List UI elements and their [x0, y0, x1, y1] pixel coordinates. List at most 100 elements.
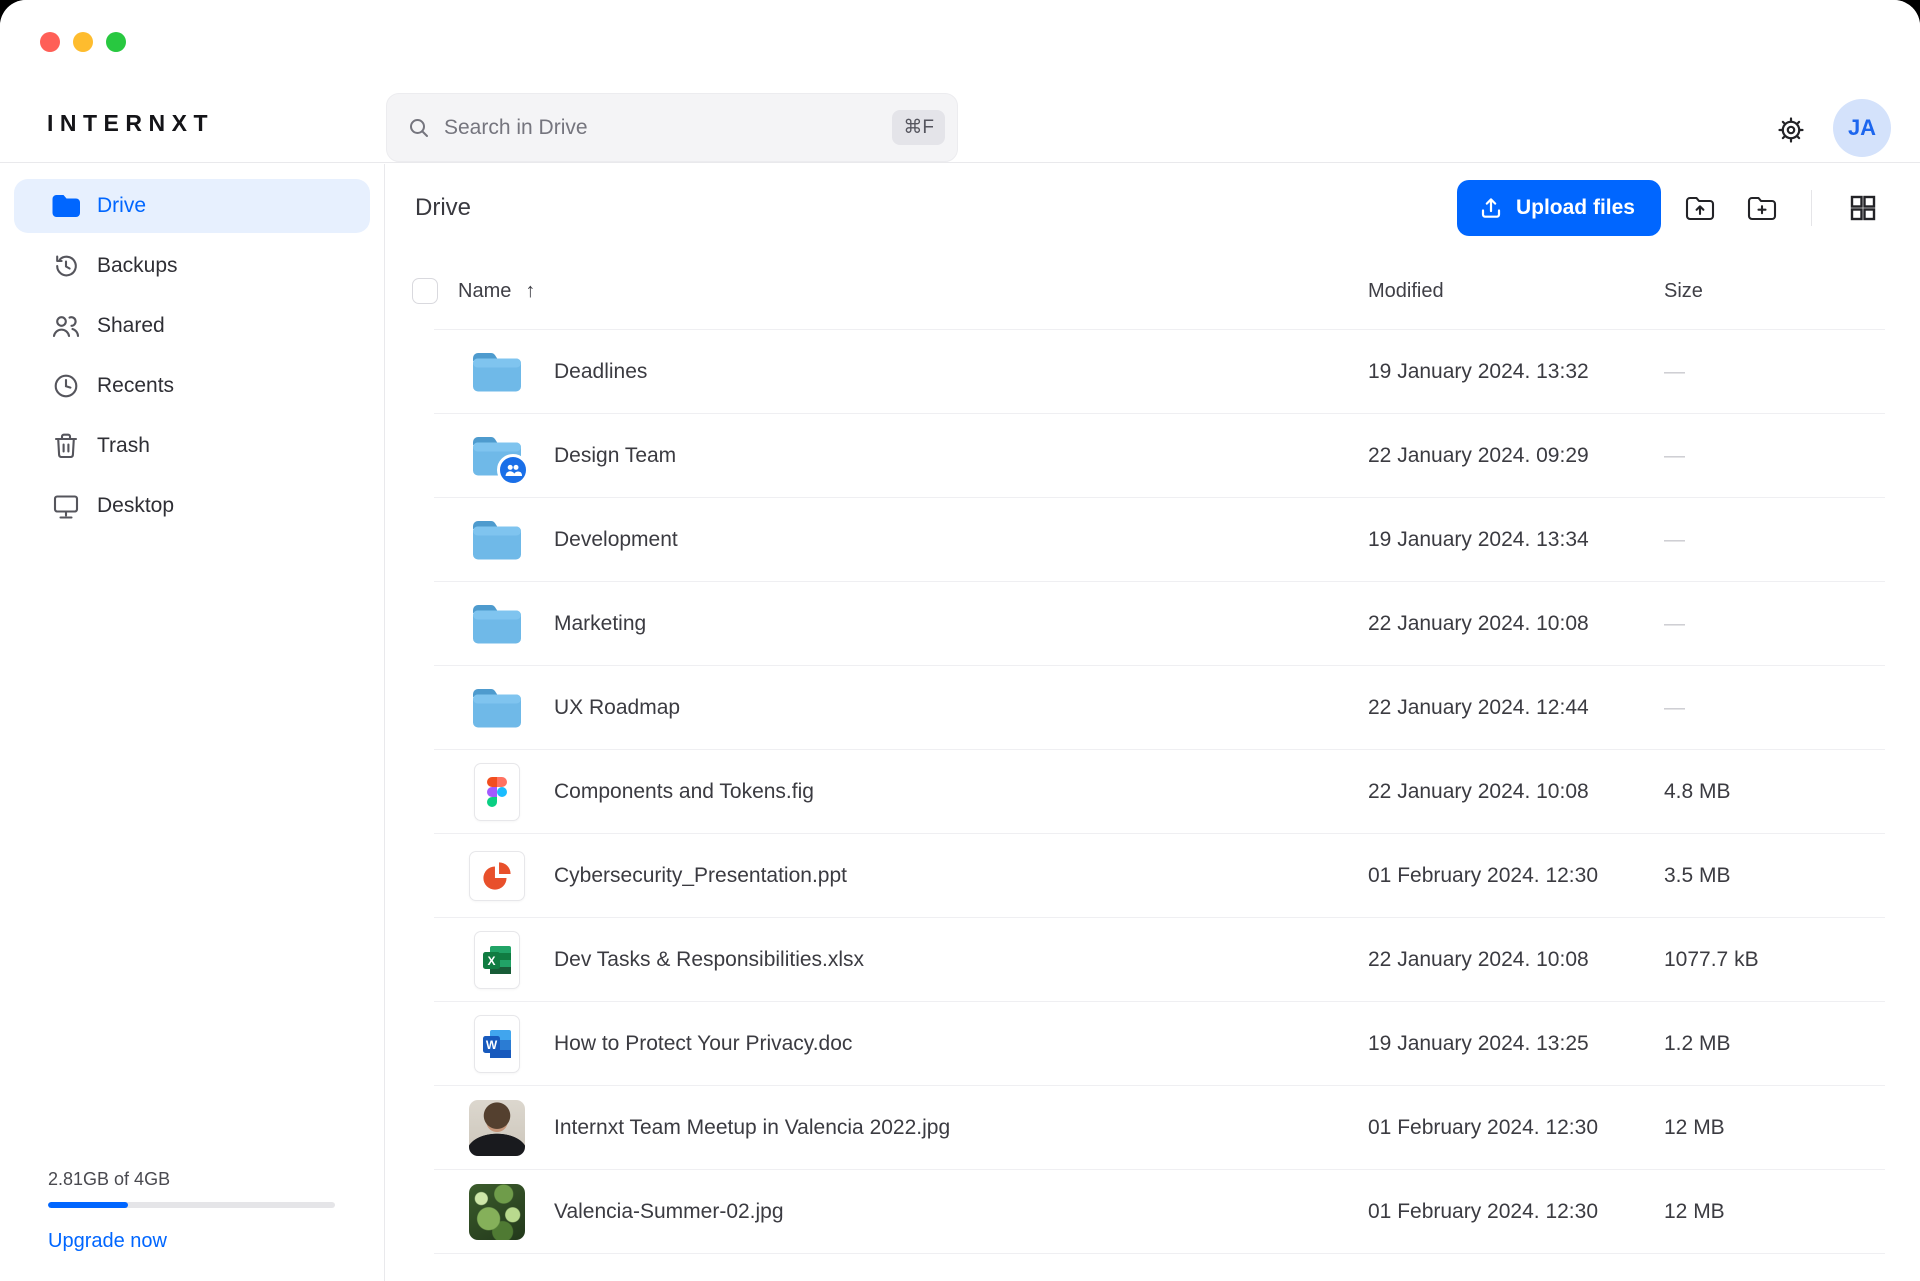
file-name: How to Protect Your Privacy.doc [554, 1032, 852, 1056]
file-size: 1077.7 kB [1664, 948, 1920, 972]
modified-date: 19 January 2024. 13:25 [1368, 1032, 1664, 1056]
modified-date: 22 January 2024. 12:44 [1368, 696, 1664, 720]
file-size: — [1664, 528, 1920, 552]
sidebar-item-label: Shared [97, 314, 165, 338]
column-header-size[interactable]: Size [1664, 280, 1920, 303]
column-header-modified[interactable]: Modified [1368, 280, 1664, 303]
account-avatar[interactable]: JA [1833, 99, 1891, 157]
sidebar-item-label: Recents [97, 374, 174, 398]
folder-upload-icon [1685, 195, 1715, 221]
sidebar-item-drive[interactable]: Drive [14, 179, 370, 233]
file-size: — [1664, 612, 1920, 636]
maximize-button[interactable] [106, 32, 126, 52]
desktop-icon [50, 490, 82, 522]
file-name: Cybersecurity_Presentation.ppt [554, 864, 847, 888]
titlebar: INTERNXT Search in Drive ⌘F JA [0, 0, 1920, 163]
sidebar-item-label: Desktop [97, 494, 174, 518]
modified-date: 01 February 2024. 12:30 [1368, 1200, 1664, 1224]
file-name: Dev Tasks & Responsibilities.xlsx [554, 948, 864, 972]
svg-text:X: X [487, 954, 495, 968]
search-placeholder: Search in Drive [444, 116, 892, 140]
storage-progress-bar [48, 1202, 335, 1208]
users-icon [50, 310, 82, 342]
file-size: — [1664, 444, 1920, 468]
grid-view-toggle[interactable] [1840, 185, 1886, 231]
table-row[interactable]: UX Roadmap 22 January 2024. 12:44 — [386, 666, 1920, 750]
storage-widget: 2.81GB of 4GB Upgrade now [48, 1169, 335, 1253]
sort-ascending-icon[interactable]: ↑ [525, 280, 535, 303]
storage-progress-fill [48, 1202, 128, 1208]
file-size: — [1664, 696, 1920, 720]
new-folder-button[interactable] [1739, 185, 1785, 231]
minimize-button[interactable] [73, 32, 93, 52]
photo-thumbnail [469, 1100, 525, 1156]
folder-icon [469, 601, 525, 647]
gear-icon [1774, 113, 1808, 147]
file-size: — [1664, 360, 1920, 384]
table-row[interactable]: Valencia-Summer-02.jpg 01 February 2024.… [386, 1170, 1920, 1254]
folder-icon [50, 190, 82, 222]
word-logo-icon: W [481, 1028, 513, 1060]
folder-icon [469, 349, 525, 395]
file-name: Development [554, 528, 678, 552]
table-row[interactable]: Deadlines 19 January 2024. 13:32 — [386, 330, 1920, 414]
table-row[interactable]: W How to Protect Your Privacy.doc 19 Jan… [386, 1002, 1920, 1086]
table-row[interactable]: Internxt Team Meetup in Valencia 2022.jp… [386, 1086, 1920, 1170]
column-header-name[interactable]: Name [458, 280, 511, 303]
file-name: Components and Tokens.fig [554, 780, 814, 804]
file-list: Deadlines 19 January 2024. 13:32 — Desig… [386, 330, 1920, 1254]
history-icon [50, 250, 82, 282]
file-name: Deadlines [554, 360, 647, 384]
file-name: Marketing [554, 612, 646, 636]
table-row[interactable]: Components and Tokens.fig 22 January 202… [386, 750, 1920, 834]
modified-date: 22 January 2024. 09:29 [1368, 444, 1664, 468]
upload-folder-button[interactable] [1677, 185, 1723, 231]
internxt-logo: INTERNXT [47, 110, 214, 137]
upload-icon [1479, 196, 1503, 220]
toolbar-divider [1811, 190, 1812, 226]
grid-view-icon [1849, 194, 1877, 222]
settings-button[interactable] [1768, 107, 1814, 153]
table-row[interactable]: Cybersecurity_Presentation.ppt 01 Februa… [386, 834, 1920, 918]
figma-logo-icon [487, 777, 507, 807]
file-size: 3.5 MB [1664, 864, 1920, 888]
clock-icon [50, 370, 82, 402]
modified-date: 01 February 2024. 12:30 [1368, 1116, 1664, 1140]
table-row[interactable]: Design Team 22 January 2024. 09:29 — [386, 414, 1920, 498]
modified-date: 19 January 2024. 13:34 [1368, 528, 1664, 552]
table-row[interactable]: X Dev Tasks & Responsibilities.xlsx 22 J… [386, 918, 1920, 1002]
search-input[interactable]: Search in Drive ⌘F [386, 93, 958, 162]
page-title: Drive [415, 194, 471, 222]
sidebar: Drive Backups Shared [0, 164, 385, 1281]
upload-files-button[interactable]: Upload files [1457, 180, 1661, 236]
modified-date: 22 January 2024. 10:08 [1368, 948, 1664, 972]
photo-thumbnail [469, 1184, 525, 1240]
sidebar-item-label: Drive [97, 194, 146, 218]
toolbar: Drive Upload files [386, 164, 1920, 252]
close-button[interactable] [40, 32, 60, 52]
sidebar-item-desktop[interactable]: Desktop [14, 479, 370, 533]
shared-users-badge-icon [497, 454, 529, 486]
table-row[interactable]: Development 19 January 2024. 13:34 — [386, 498, 1920, 582]
modified-date: 19 January 2024. 13:32 [1368, 360, 1664, 384]
sidebar-item-label: Backups [97, 254, 178, 278]
select-all-checkbox[interactable] [412, 278, 438, 304]
folder-icon [469, 685, 525, 731]
modified-date: 22 January 2024. 10:08 [1368, 780, 1664, 804]
search-icon [407, 116, 431, 140]
sidebar-item-trash[interactable]: Trash [14, 419, 370, 473]
sidebar-item-shared[interactable]: Shared [14, 299, 370, 353]
upload-files-label: Upload files [1516, 196, 1635, 220]
sidebar-item-label: Trash [97, 434, 150, 458]
sidebar-item-recents[interactable]: Recents [14, 359, 370, 413]
sidebar-item-backups[interactable]: Backups [14, 239, 370, 293]
excel-logo-icon: X [481, 944, 513, 976]
file-size: 1.2 MB [1664, 1032, 1920, 1056]
file-size: 12 MB [1664, 1116, 1920, 1140]
file-name: Internxt Team Meetup in Valencia 2022.jp… [554, 1116, 950, 1140]
table-row[interactable]: Marketing 22 January 2024. 10:08 — [386, 582, 1920, 666]
upgrade-now-link[interactable]: Upgrade now [48, 1230, 167, 1253]
app-window: INTERNXT Search in Drive ⌘F JA Drive [0, 0, 1920, 1281]
main-content: Drive Upload files [386, 164, 1920, 1281]
modified-date: 22 January 2024. 10:08 [1368, 612, 1664, 636]
